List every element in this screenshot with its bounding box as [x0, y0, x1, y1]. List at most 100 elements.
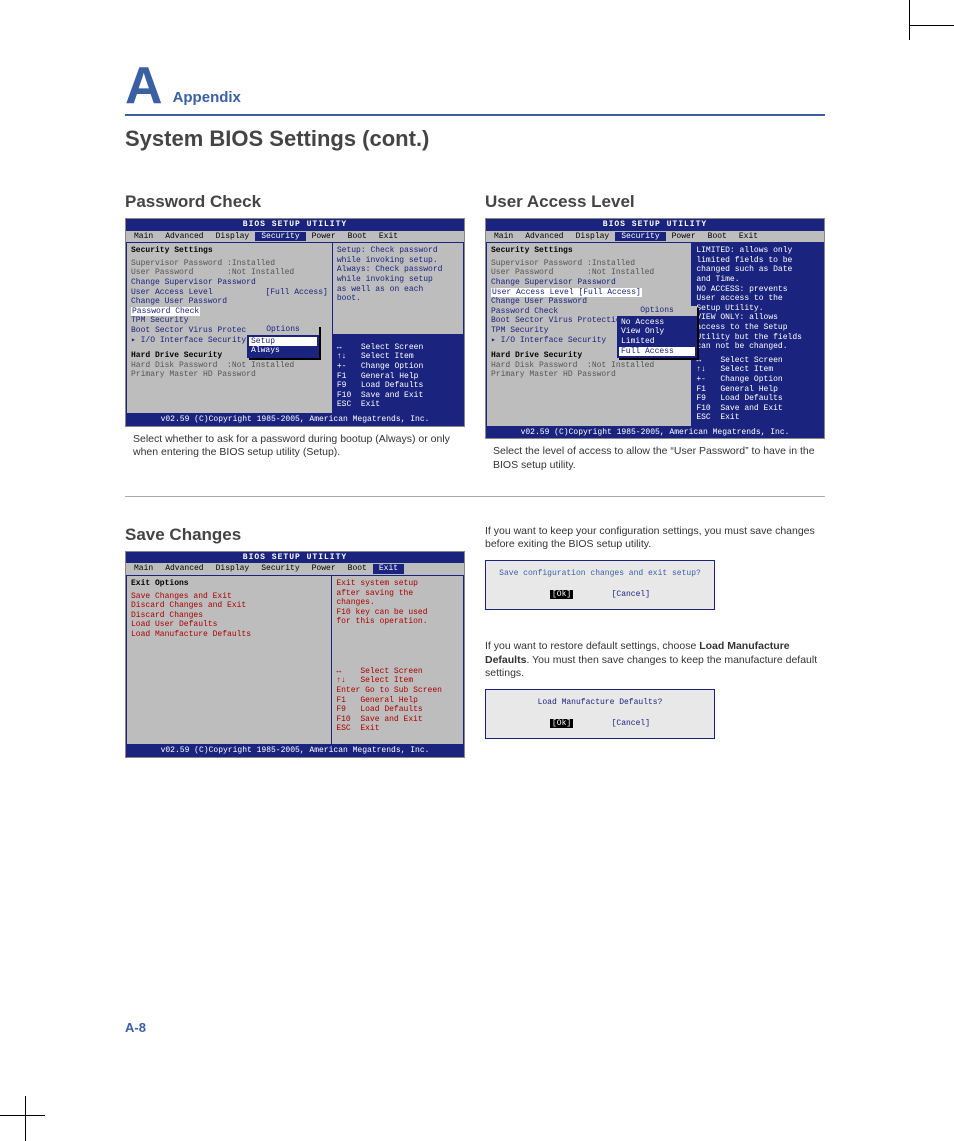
- section-title: System BIOS Settings (cont.): [125, 126, 825, 152]
- bios-section-head: Security Settings: [131, 246, 328, 256]
- bios-nav-help: ↔ Select Screen ↑↓ Select Item +- Change…: [337, 343, 459, 410]
- bios-title: BIOS SETUP UTILITY: [486, 219, 824, 231]
- save-confirm-dialog: Save configuration changes and exit setu…: [485, 560, 715, 610]
- bios-nav-line: ↔ Select Screen: [337, 343, 459, 353]
- load-defaults-dialog: Load Manufacture Defaults? [Ok] [Cancel]: [485, 689, 715, 739]
- bios-line: User Password :Not Installed: [131, 268, 328, 278]
- bios-footer: v02.59 (C)Copyright 1985-2005, American …: [486, 427, 824, 439]
- bios-help-line: Utility but the fields: [696, 333, 819, 343]
- bios-menu-item: Main: [128, 564, 159, 574]
- user-access-heading: User Access Level: [485, 192, 825, 212]
- appendix-word: Appendix: [173, 89, 241, 112]
- bios-section-head: Security Settings: [491, 246, 687, 256]
- para2-text: If you want to restore default settings,…: [485, 640, 699, 652]
- dialog-text: Load Manufacture Defaults?: [492, 698, 708, 707]
- dialog-ok-button: [Ok]: [550, 590, 573, 599]
- bios-menu-item: Advanced: [159, 232, 209, 242]
- bios-help-line: limited fields to be: [696, 256, 819, 266]
- bios-nav-line: ESC Exit: [337, 400, 459, 410]
- save-changes-heading: Save Changes: [125, 525, 465, 545]
- bios-help-line: User access to the: [696, 294, 819, 304]
- bios-line: Change Supervisor Password: [131, 278, 328, 288]
- bios-popup-item: Always: [251, 346, 315, 356]
- page-number: A-8: [125, 1020, 146, 1035]
- bios-menu-item-selected: Security: [255, 232, 305, 242]
- bios-popup: Options No Access View Only Limited Full…: [617, 306, 697, 358]
- bios-nav-help: ↔ Select Screen ↑↓ Select Item Enter Go …: [336, 667, 459, 734]
- password-check-heading: Password Check: [125, 192, 465, 212]
- bios-popup-item: Limited: [621, 337, 693, 347]
- dialog-buttons: [Ok] [Cancel]: [492, 719, 708, 728]
- bios-menu: Main Advanced Display Security Power Boo…: [486, 231, 824, 243]
- bios-menu-item: Main: [488, 232, 519, 242]
- dialog-cancel-button: [Cancel]: [612, 590, 650, 599]
- bios-nav-line: F1 General Help: [696, 385, 819, 395]
- bios-help-line: for this operation.: [336, 617, 459, 627]
- bios-line: Supervisor Password :Installed: [131, 259, 328, 269]
- bios-help-line: boot.: [337, 294, 459, 304]
- bios-popup-item-selected: Setup: [249, 337, 317, 347]
- bios-line: Load Manufacture Defaults: [131, 630, 327, 640]
- bios-screenshot-save-changes: BIOS SETUP UTILITY Main Advanced Display…: [125, 551, 465, 758]
- bios-nav-line: F10 Save and Exit: [696, 404, 819, 414]
- bios-screenshot-password-check: BIOS SETUP UTILITY Main Advanced Display…: [125, 218, 465, 427]
- save-changes-para1: If you want to keep your configuration s…: [485, 525, 825, 552]
- bios-help-line: VIEW ONLY: allows: [696, 313, 819, 323]
- bios-help-line: changes.: [336, 598, 459, 608]
- bios-line: Discard Changes: [131, 611, 327, 621]
- bios-menu-item-selected: Exit: [373, 564, 404, 574]
- bios-line: Primary Master HD Password: [491, 370, 687, 380]
- bios-popup-item-selected: Full Access: [619, 347, 695, 357]
- bios-help-line: Setup: Check password: [337, 246, 459, 256]
- bios-line: Hard Disk Password :Not Installed: [131, 361, 328, 371]
- bios-nav-help: ↔ Select Screen ↑↓ Select Item +- Change…: [696, 356, 819, 423]
- bios-nav-line: ↑↓ Select Item: [336, 676, 459, 686]
- bios-help-line: can not be changed.: [696, 342, 819, 352]
- bios-menu-item: Advanced: [519, 232, 569, 242]
- bios-help-line: changed such as Date: [696, 265, 819, 275]
- bios-help-line: F10 key can be used: [336, 608, 459, 618]
- bios-nav-line: F10 Save and Exit: [337, 391, 459, 401]
- bios-menu-item: Advanced: [159, 564, 209, 574]
- bios-menu-item: Power: [666, 232, 702, 242]
- bios-line: Discard Changes and Exit: [131, 601, 327, 611]
- bios-help-line: Exit system setup: [336, 579, 459, 589]
- bios-menu: Main Advanced Display Security Power Boo…: [126, 563, 464, 575]
- bios-nav-line: +- Change Option: [696, 375, 819, 385]
- bios-menu-item: Display: [210, 232, 256, 242]
- bios-nav-line: ESC Exit: [696, 413, 819, 423]
- bios-popup-head: Options: [617, 306, 697, 316]
- bios-section-head: Exit Options: [131, 579, 327, 589]
- bios-nav-line: ↔ Select Screen: [696, 356, 819, 366]
- bios-help-line: Always: Check password: [337, 265, 459, 275]
- save-changes-para2: If you want to restore default settings,…: [485, 640, 825, 681]
- bios-help-line: Setup Utility.: [696, 304, 819, 314]
- bios-menu-item: Exit: [373, 232, 404, 242]
- bios-nav-line: F1 General Help: [337, 372, 459, 382]
- bios-line: Primary Master HD Password: [131, 370, 328, 380]
- bios-help-line: as well as on each: [337, 285, 459, 295]
- bios-popup-item: View Only: [621, 327, 693, 337]
- bios-menu-item: Boot: [342, 232, 373, 242]
- appendix-letter: A: [125, 60, 163, 112]
- bios-help-text: Setup: Check password while invoking set…: [337, 246, 459, 304]
- bios-popup-item: No Access: [621, 318, 693, 328]
- bios-highlighted-line: Password Check: [131, 307, 200, 317]
- dialog-cancel-button: [Cancel]: [612, 719, 650, 728]
- bios-help-line: LIMITED: allows only: [696, 246, 819, 256]
- bios-nav-line: F9 Load Defaults: [696, 394, 819, 404]
- dialog-ok-button: [Ok]: [550, 719, 573, 728]
- bios-nav-line: +- Change Option: [337, 362, 459, 372]
- bios-line: Hard Disk Password :Not Installed: [491, 361, 687, 371]
- bios-help-line: and Time.: [696, 275, 819, 285]
- bios-line: User Password :Not Installed: [491, 268, 687, 278]
- bios-nav-line: Enter Go to Sub Screen: [336, 686, 459, 696]
- bios-menu-item: Display: [570, 232, 616, 242]
- bios-line: User Access Level [Full Access]: [131, 288, 328, 298]
- bios-footer: v02.59 (C)Copyright 1985-2005, American …: [126, 414, 464, 426]
- bios-highlighted-line: User Access Level [Full Access]: [491, 288, 642, 298]
- bios-popup-head: Options: [247, 325, 319, 335]
- para2-text: . You must then save changes to keep the…: [485, 654, 817, 680]
- bios-nav-line: F1 General Help: [336, 696, 459, 706]
- bios-menu-item: Main: [128, 232, 159, 242]
